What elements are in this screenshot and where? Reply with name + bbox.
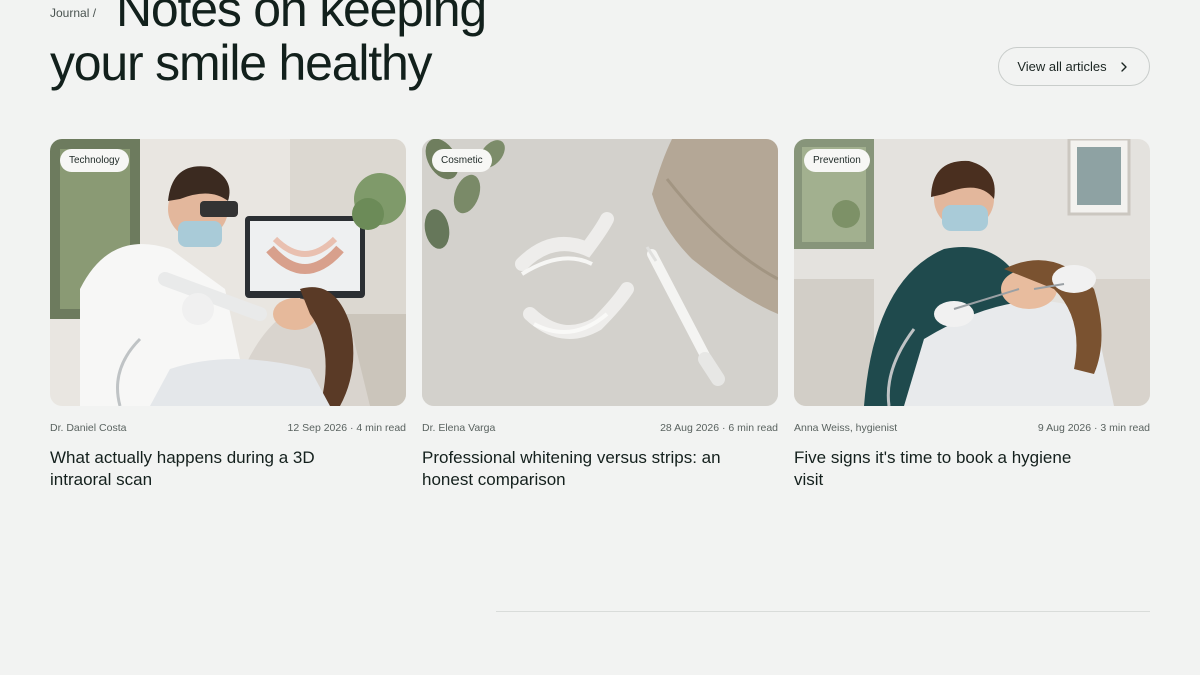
article-author: Anna Weiss, hygienist [794, 422, 898, 434]
article-author: Dr. Elena Varga [422, 422, 496, 434]
page-title: Notes on keeping your smile healthy [50, 0, 570, 90]
article-card[interactable]: Prevention Anna Weiss, hygienist 9 Aug 2… [794, 139, 1150, 491]
article-image-aligners[interactable]: Cosmetic [422, 139, 778, 406]
article-date: 28 Aug 2026 · 6 min read [660, 422, 778, 434]
article-headline[interactable]: Five signs it's time to book a hygiene v… [794, 447, 1094, 491]
article-date: 9 Aug 2026 · 3 min read [1037, 422, 1150, 434]
article-meta: Dr. Elena Varga 28 Aug 2026 · 6 min read [422, 422, 778, 434]
article-author: Dr. Daniel Costa [50, 422, 127, 434]
article-image-dentist-scan[interactable]: Technology [50, 139, 406, 406]
article-image-hygienist[interactable]: Prevention [794, 139, 1150, 406]
section-divider [496, 611, 1150, 612]
article-date: 12 Sep 2026 · 4 min read [287, 422, 407, 434]
view-all-articles-label: View all articles [1017, 59, 1107, 74]
view-all-articles-button[interactable]: View all articles [998, 47, 1150, 86]
page-title-line-2: your smile healthy [50, 35, 433, 91]
category-tag[interactable]: Prevention [804, 149, 870, 172]
article-headline[interactable]: What actually happens during a 3D intrao… [50, 447, 350, 491]
category-tag[interactable]: Cosmetic [432, 149, 492, 172]
article-meta: Anna Weiss, hygienist 9 Aug 2026 · 3 min… [794, 422, 1150, 434]
page-title-line-1: Notes on keeping [116, 0, 487, 37]
chevron-right-icon [1117, 60, 1131, 74]
article-list: Technology Dr. Daniel Costa 12 Sep 2026 … [50, 139, 1150, 499]
category-tag[interactable]: Technology [60, 149, 129, 172]
article-headline[interactable]: Professional whitening versus strips: an… [422, 447, 722, 491]
article-card[interactable]: Technology Dr. Daniel Costa 12 Sep 2026 … [50, 139, 406, 491]
article-meta: Dr. Daniel Costa 12 Sep 2026 · 4 min rea… [50, 422, 406, 434]
article-card[interactable]: Cosmetic Dr. Elena Varga 28 Aug 2026 · 6… [422, 139, 778, 491]
